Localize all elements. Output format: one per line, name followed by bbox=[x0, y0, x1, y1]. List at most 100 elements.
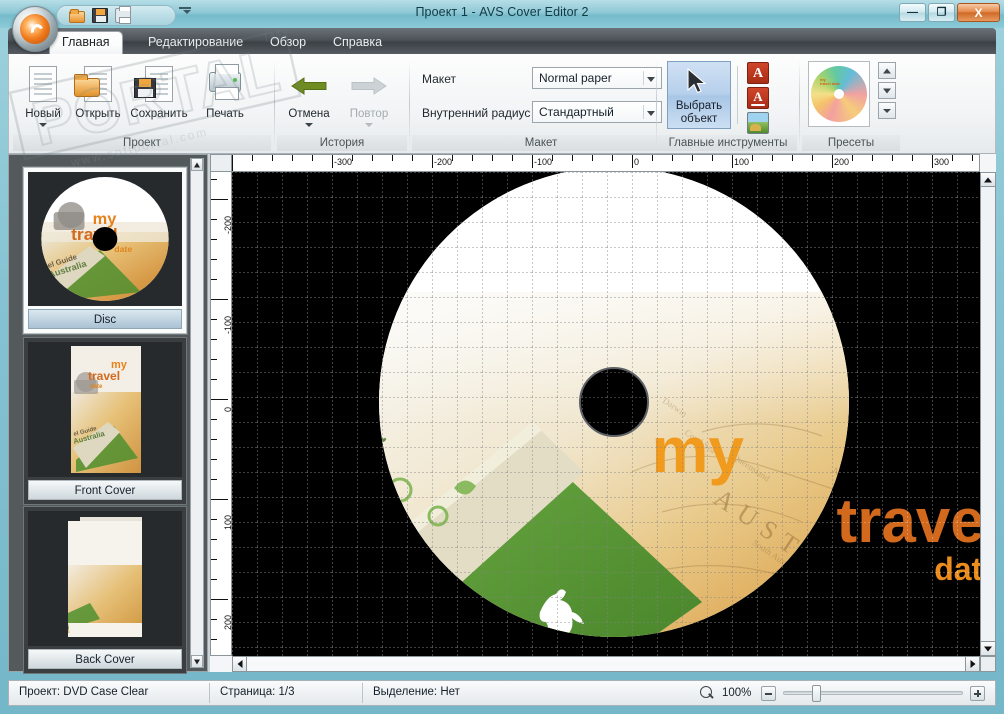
save-button[interactable]: Сохранить bbox=[129, 62, 189, 120]
save-button-label: Сохранить bbox=[130, 108, 188, 120]
tab-glavnaya[interactable]: Главная bbox=[50, 32, 122, 54]
ruler-v-label-100: 100 bbox=[223, 514, 232, 530]
select-object-label: Выбрать объект bbox=[675, 100, 723, 125]
main-area: el Guide Australia my travel date Disc bbox=[8, 154, 996, 674]
ribbon-group-project-title: Проект bbox=[13, 135, 271, 151]
select-object-button[interactable]: Выбрать объект bbox=[667, 61, 731, 129]
canvas-horizontal-scrollbar[interactable] bbox=[232, 656, 980, 672]
layout-select-value: Normal paper bbox=[539, 71, 612, 85]
preset-scroll-down-button[interactable] bbox=[878, 82, 896, 99]
qat-customize-bar bbox=[179, 7, 191, 9]
open-button-label: Открыть bbox=[75, 108, 121, 120]
ribbon-divider bbox=[799, 60, 800, 148]
svg-text:travel: travel bbox=[88, 369, 120, 383]
new-button-label: Новый bbox=[25, 108, 61, 120]
zoom-slider[interactable] bbox=[783, 685, 963, 702]
layout-select[interactable]: Normal paper bbox=[532, 67, 662, 89]
canvas-scroll-down-button[interactable] bbox=[980, 641, 996, 656]
ribbon-group-presets: my travel date Пресеты bbox=[802, 56, 900, 152]
canvas-scroll-left-button[interactable] bbox=[232, 656, 247, 672]
ribbon-divider bbox=[274, 60, 275, 148]
magnifier-icon[interactable] bbox=[700, 685, 715, 701]
save-icon[interactable] bbox=[92, 8, 108, 23]
preset-gallery[interactable]: my travel date bbox=[808, 61, 870, 127]
ruler-corner bbox=[210, 154, 232, 172]
ruler-h-label-300: 300 bbox=[934, 157, 950, 167]
sidebar-item-front-cover[interactable]: el Guide Australia my travel date Front … bbox=[23, 337, 187, 505]
sidebar-item-back-cover[interactable]: Back Cover bbox=[23, 506, 187, 674]
ribbon-group-history-title: История bbox=[277, 135, 407, 151]
inner-radius-select[interactable]: Стандартный bbox=[532, 101, 662, 123]
open-button[interactable]: Открыть bbox=[68, 62, 128, 120]
svg-text:date: date bbox=[90, 384, 103, 390]
tab-redaktirovanie[interactable]: Редактирование bbox=[136, 32, 255, 54]
canvas-vertical-scrollbar[interactable] bbox=[980, 172, 996, 656]
application-window: Проект 1 - AVS Cover Editor 2 — ❐ X Глав… bbox=[0, 0, 1004, 714]
inner-radius-label: Внутренний радиус bbox=[422, 106, 531, 120]
redo-button: Повтор bbox=[339, 62, 399, 127]
zoom-controls: 100% bbox=[700, 685, 995, 702]
open-icon[interactable] bbox=[69, 8, 85, 23]
status-project: Проект: DVD Case Clear bbox=[19, 686, 149, 698]
ruler-v-label-200: 200 bbox=[223, 614, 232, 630]
status-selection: Выделение: Нет bbox=[373, 686, 460, 698]
ruler-h-label--300: -300 bbox=[334, 157, 353, 167]
new-document-icon bbox=[13, 62, 73, 108]
chevron-down-icon bbox=[647, 111, 655, 116]
minimize-button[interactable]: — bbox=[899, 3, 926, 22]
preset-scroll-controls bbox=[878, 62, 896, 122]
tab-spravka[interactable]: Справка bbox=[321, 32, 394, 54]
disc-thumbnail: el Guide Australia my travel date bbox=[28, 172, 182, 306]
zoom-out-button[interactable] bbox=[761, 685, 776, 701]
ruler-v-label--200: -200 bbox=[223, 215, 232, 234]
rainbow-disc-preset[interactable]: my travel date bbox=[811, 66, 867, 122]
sidebar-scrollbar[interactable] bbox=[190, 158, 204, 668]
ribbon-group-main-tools: Выбрать объект A A Главные инструменты bbox=[659, 56, 797, 152]
print-button[interactable]: Печать bbox=[195, 62, 255, 120]
qat-customize-button[interactable] bbox=[183, 10, 191, 14]
print-icon[interactable] bbox=[115, 6, 131, 24]
ribbon-divider bbox=[409, 60, 410, 148]
ribbon-group-layout: Макет Normal paper Внутренний радиус Ста… bbox=[412, 56, 670, 152]
ribbon: Новый Открыть Сохранить Печать Проект От… bbox=[8, 54, 996, 154]
chevron-down-icon bbox=[647, 77, 655, 82]
undo-button-label: Отмена bbox=[288, 108, 330, 120]
new-button[interactable]: Новый bbox=[13, 62, 73, 127]
scrollbar-corner bbox=[980, 656, 996, 672]
image-tool-icon[interactable] bbox=[747, 112, 769, 134]
sidebar-item-disc[interactable]: el Guide Australia my travel date Disc bbox=[23, 167, 187, 334]
disc-artwork[interactable]: el Guide Australia AUSTRALIA Coral Sea Q… bbox=[232, 172, 980, 656]
status-page: Страница: 1/3 bbox=[220, 686, 295, 698]
zoom-slider-thumb[interactable] bbox=[812, 685, 821, 702]
ruler-h-label--100: -100 bbox=[534, 157, 553, 167]
preset-scroll-up-button[interactable] bbox=[878, 62, 896, 79]
design-canvas[interactable]: el Guide Australia AUSTRALIA Coral Sea Q… bbox=[232, 172, 980, 656]
sidebar-scroll-down-button[interactable] bbox=[191, 655, 203, 668]
redo-button-label: Повтор bbox=[349, 108, 389, 120]
redo-arrow-icon bbox=[339, 62, 399, 108]
ruler-v-label--100: -100 bbox=[223, 315, 232, 334]
new-button-menu-caret[interactable] bbox=[39, 123, 47, 127]
tab-obzor[interactable]: Обзор bbox=[258, 32, 318, 54]
pages-sidebar: el Guide Australia my travel date Disc bbox=[8, 154, 208, 674]
front-cover-thumbnail: el Guide Australia my travel date bbox=[28, 342, 182, 477]
canvas-scroll-right-button[interactable] bbox=[965, 656, 980, 672]
undo-button[interactable]: Отмена bbox=[279, 62, 339, 127]
sidebar-scroll-up-button[interactable] bbox=[191, 158, 203, 171]
close-button[interactable]: X bbox=[957, 3, 1000, 22]
curved-text-tool-icon[interactable]: A bbox=[747, 87, 769, 109]
horizontal-ruler: -300 -200 -100 0 100 200 300 bbox=[232, 154, 980, 172]
sidebar-item-front-cover-label: Front Cover bbox=[28, 480, 182, 500]
ruler-h-label-100: 100 bbox=[734, 157, 750, 167]
undo-menu-caret[interactable] bbox=[305, 123, 313, 127]
application-menu-button[interactable] bbox=[12, 6, 58, 52]
close-icon: X bbox=[974, 5, 983, 20]
open-folder-icon bbox=[68, 62, 128, 108]
text-tool-icon[interactable]: A bbox=[747, 62, 769, 84]
maximize-button[interactable]: ❐ bbox=[928, 3, 955, 22]
preset-more-button[interactable] bbox=[878, 102, 896, 119]
status-bar: Проект: DVD Case Clear Страница: 1/3 Выд… bbox=[8, 680, 996, 706]
ribbon-divider bbox=[656, 60, 657, 148]
canvas-scroll-up-button[interactable] bbox=[980, 172, 996, 187]
zoom-in-button[interactable] bbox=[970, 685, 985, 701]
